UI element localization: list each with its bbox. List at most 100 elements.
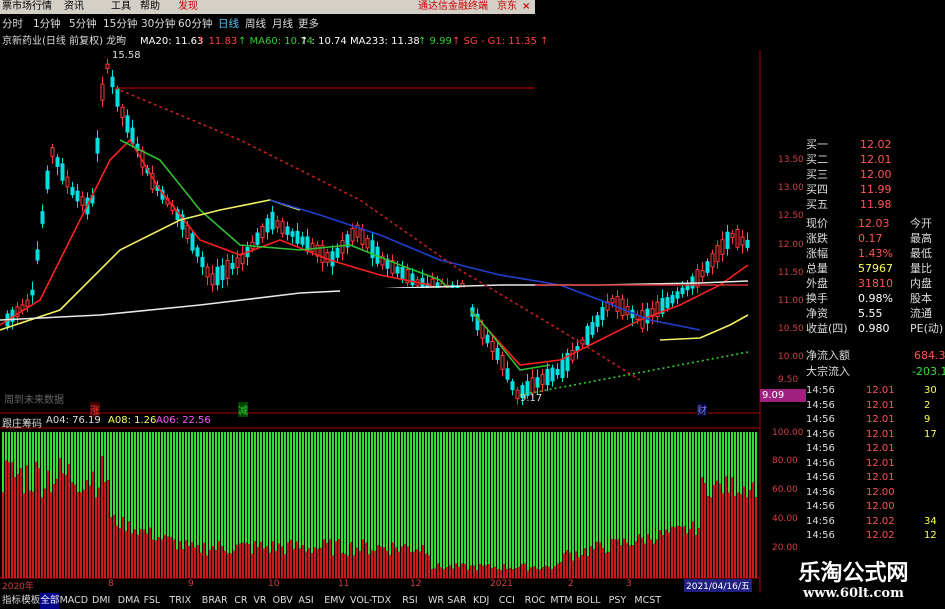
- promo-link[interactable]: 通达信金融终端: [418, 0, 488, 14]
- indicator-bar-green: [95, 432, 97, 498]
- indicator-bar-green: [170, 432, 172, 538]
- indicator-tab[interactable]: FSL: [144, 593, 161, 609]
- indicator-name[interactable]: 跟庄筹码: [2, 415, 42, 430]
- indicator-bar-red: [215, 550, 217, 578]
- indicator-tab[interactable]: BOLL: [576, 593, 600, 609]
- tab-period-monthly[interactable]: 月线: [272, 14, 293, 34]
- indicator-tab[interactable]: SAR: [447, 593, 466, 609]
- indicator-bar-red: [440, 567, 442, 578]
- candle-body: [545, 368, 550, 386]
- indicator-bar-green: [500, 432, 502, 570]
- indicator-tab[interactable]: MTM: [550, 593, 572, 609]
- indicator-tab[interactable]: 指标: [2, 593, 21, 609]
- bid-label: 买二: [806, 153, 828, 166]
- candle-body: [730, 233, 735, 239]
- indicator-bar-red: [263, 548, 265, 578]
- tick-price: 12.01: [866, 399, 895, 411]
- indicator-bar-red: [113, 515, 115, 578]
- indicator-bar-green: [626, 432, 628, 543]
- indicator-bar-green: [524, 432, 526, 564]
- stat-label: 总量: [806, 262, 828, 275]
- indicator-bar-green: [401, 432, 403, 547]
- indicator-tab[interactable]: OBV: [273, 593, 293, 609]
- candle-body: [70, 186, 75, 196]
- indicator-bar-red: [494, 566, 496, 578]
- tab-period-30min[interactable]: 30分钟: [141, 14, 175, 34]
- indicator-bar-red: [662, 535, 664, 578]
- indicator-bar-green: [404, 432, 406, 545]
- indicator-tab[interactable]: MCST: [634, 593, 661, 609]
- candle-body: [115, 88, 120, 107]
- tab-period-more[interactable]: 更多: [298, 14, 319, 34]
- indicator-tab[interactable]: VOL-TDX: [350, 593, 391, 609]
- indicator-bar-green: [599, 432, 601, 543]
- netflow-row: 净流入额 684.3: [806, 348, 945, 363]
- tab-period-fenshi[interactable]: 分时: [2, 14, 23, 34]
- indicator-tab[interactable]: WR: [428, 593, 444, 609]
- indicator-bar-red: [350, 542, 352, 578]
- menu-help[interactable]: 帮助: [140, 0, 160, 14]
- tab-period-15min[interactable]: 15分钟: [103, 14, 137, 34]
- candle-body: [560, 359, 565, 379]
- tab-period-daily[interactable]: 日线: [218, 14, 239, 34]
- candle-body: [410, 273, 415, 286]
- indicator-bar-red: [20, 468, 22, 578]
- bigflow-value: -203.1: [912, 365, 945, 378]
- indicator-bar-green: [185, 432, 187, 541]
- indicator-tab[interactable]: 模板: [21, 593, 40, 609]
- indicator-bar-green: [377, 432, 379, 546]
- menu-discover[interactable]: 发现: [178, 0, 198, 14]
- indicator-bar-red: [461, 563, 463, 578]
- indicator-bar-green: [509, 432, 511, 569]
- indicator-bar-red: [476, 570, 478, 578]
- promo-link-2[interactable]: 京东: [497, 0, 517, 14]
- menu-tools[interactable]: 工具: [111, 0, 131, 14]
- indicator-tab[interactable]: KDJ: [473, 593, 489, 609]
- indicator-bar-red: [578, 557, 580, 578]
- tick-time: 14:56: [806, 515, 835, 527]
- tab-period-60min[interactable]: 60分钟: [178, 14, 212, 34]
- indicator-tab[interactable]: BRAR: [202, 593, 228, 609]
- tick-price: 12.02: [866, 530, 895, 541]
- indicator-bar-green: [293, 432, 295, 550]
- indicator-tab[interactable]: 全部: [40, 593, 60, 609]
- menu-news[interactable]: 资讯: [64, 0, 84, 14]
- bid-price: 12.01: [860, 153, 892, 166]
- indicator-tab[interactable]: EMV: [324, 593, 345, 609]
- marker-cai[interactable]: 财: [697, 402, 707, 417]
- indicator-tab[interactable]: DMI: [92, 593, 110, 609]
- marker-jian[interactable]: 减: [238, 402, 248, 417]
- indicator-bar-red: [293, 549, 295, 578]
- indicator-bar-red: [536, 568, 538, 578]
- indicator-bar-red: [425, 553, 427, 578]
- indicator-tab[interactable]: ASI: [298, 593, 313, 609]
- indicator-bar-red: [671, 526, 673, 578]
- tick-row: 14:56 12.00: [806, 500, 945, 514]
- close-icon[interactable]: ×: [522, 0, 530, 14]
- indicator-tab[interactable]: MACD: [60, 593, 88, 609]
- indicator-tab[interactable]: VR: [253, 593, 266, 609]
- indicator-tab[interactable]: ROC: [525, 593, 546, 609]
- indicator-tab[interactable]: TRIX: [169, 593, 191, 609]
- indicator-bar-green: [512, 432, 514, 570]
- indicator-bar-red: [683, 526, 685, 578]
- candle-body: [190, 233, 195, 251]
- indicator-tab[interactable]: CCI: [499, 593, 515, 609]
- indicator-tab[interactable]: PSY: [609, 593, 627, 609]
- tab-period-5min[interactable]: 5分钟: [69, 14, 97, 34]
- tab-period-weekly[interactable]: 周线: [245, 14, 266, 34]
- indicator-bar-red: [512, 569, 514, 578]
- x-axis: 2020年 8 9 10 11 12 2021 2 3 2021/04/16/五: [0, 579, 760, 592]
- menu-market[interactable]: 票市场行情: [2, 0, 52, 14]
- indicator-bar-red: [152, 539, 154, 578]
- indicator-bar-green: [50, 432, 52, 493]
- bid-label: 买五: [806, 198, 828, 211]
- indicator-bar-red: [668, 532, 670, 578]
- candle-body: [500, 354, 505, 370]
- indicator-bar-green: [245, 432, 247, 544]
- indicator-tab[interactable]: DMA: [118, 593, 140, 609]
- indicator-tab[interactable]: CR: [234, 593, 247, 609]
- candle-body: [710, 253, 715, 268]
- indicator-tab[interactable]: RSI: [402, 593, 417, 609]
- tab-period-1min[interactable]: 1分钟: [33, 14, 61, 34]
